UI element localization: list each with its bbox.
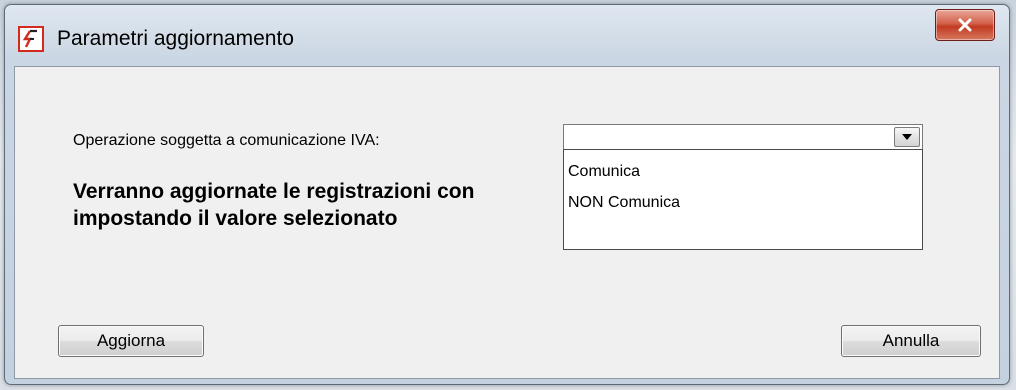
close-button[interactable] — [935, 9, 995, 41]
dropdown-list: Comunica NON Comunica — [563, 149, 923, 250]
message-line-1: Verranno aggiornate le registrazioni con — [73, 180, 475, 203]
field-label: Operazione soggetta a comunicazione IVA: — [73, 132, 380, 149]
title-bar[interactable]: Parametri aggiornamento — [5, 5, 1009, 75]
option-non-comunica[interactable]: NON Comunica — [568, 194, 680, 212]
window-title: Parametri aggiornamento — [57, 27, 294, 50]
option-comunica[interactable]: Comunica — [568, 163, 640, 181]
dialog-content: Operazione soggetta a comunicazione IVA:… — [14, 66, 1000, 379]
comunicazione-iva-select[interactable] — [563, 124, 923, 150]
info-message: Verranno aggiornate le registrazioni con… — [73, 178, 563, 232]
close-icon — [958, 18, 972, 32]
message-line-2: impostando il valore selezionato — [73, 207, 398, 230]
chevron-down-icon — [902, 134, 912, 140]
update-button[interactable]: Aggiorna — [58, 325, 204, 357]
app-logo-icon — [18, 26, 44, 52]
cancel-button[interactable]: Annulla — [841, 325, 981, 357]
dialog-window: Parametri aggiornamento Operazione sogge… — [4, 4, 1010, 385]
dropdown-button[interactable] — [894, 127, 920, 147]
